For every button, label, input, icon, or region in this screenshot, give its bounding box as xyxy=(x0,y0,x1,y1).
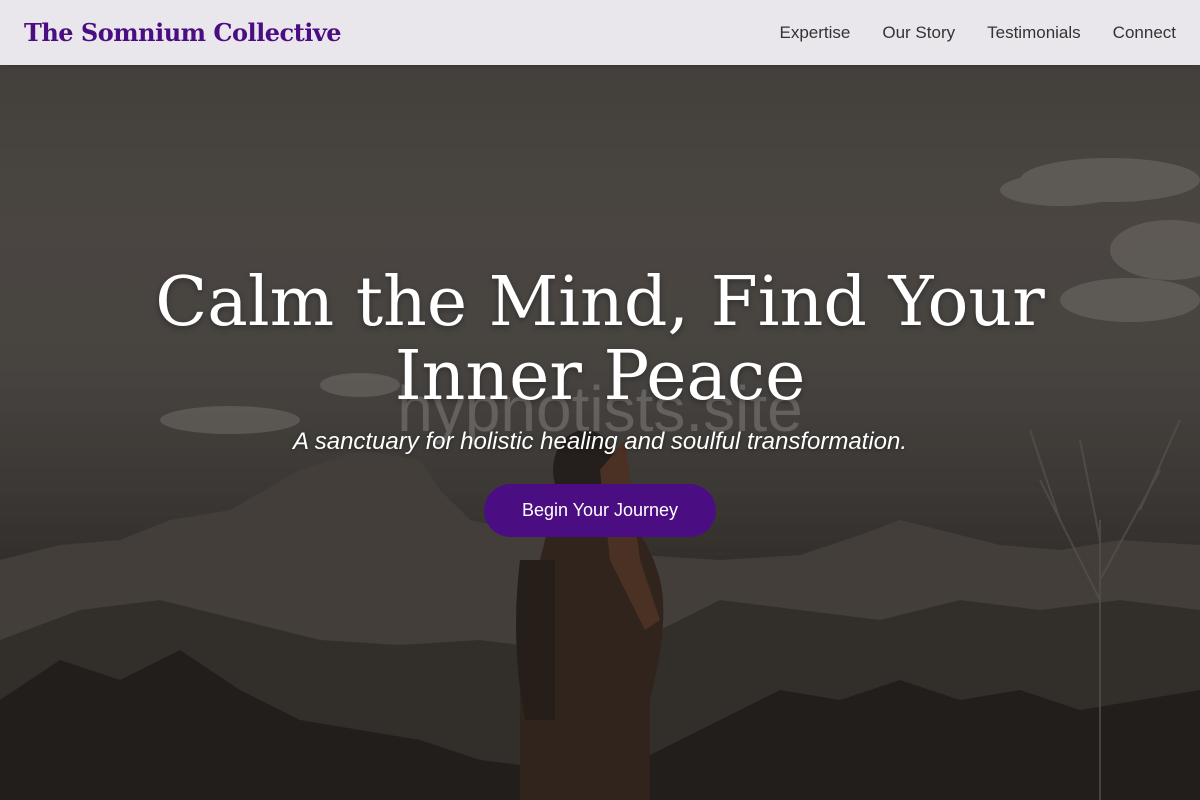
site-logo[interactable]: The Somnium Collective xyxy=(24,18,342,47)
nav-link-testimonials[interactable]: Testimonials xyxy=(987,23,1081,42)
nav-item-connect: Connect xyxy=(1113,23,1176,43)
nav-item-expertise: Expertise xyxy=(780,23,851,43)
hero-headline: Calm the Mind, Find Your Inner Peace xyxy=(155,263,1045,416)
nav-link-our-story[interactable]: Our Story xyxy=(882,23,955,42)
nav-link-expertise[interactable]: Expertise xyxy=(780,23,851,42)
nav-link-connect[interactable]: Connect xyxy=(1113,23,1176,42)
begin-journey-button[interactable]: Begin Your Journey xyxy=(484,484,716,537)
site-header: The Somnium Collective Expertise Our Sto… xyxy=(0,0,1200,65)
nav-item-testimonials: Testimonials xyxy=(987,23,1081,43)
hero-tagline: A sanctuary for holistic healing and sou… xyxy=(292,428,908,455)
nav-item-our-story: Our Story xyxy=(882,23,955,43)
main-nav: Expertise Our Story Testimonials Connect xyxy=(780,23,1177,43)
hero-content: Calm the Mind, Find Your Inner Peace A s… xyxy=(0,266,1200,537)
